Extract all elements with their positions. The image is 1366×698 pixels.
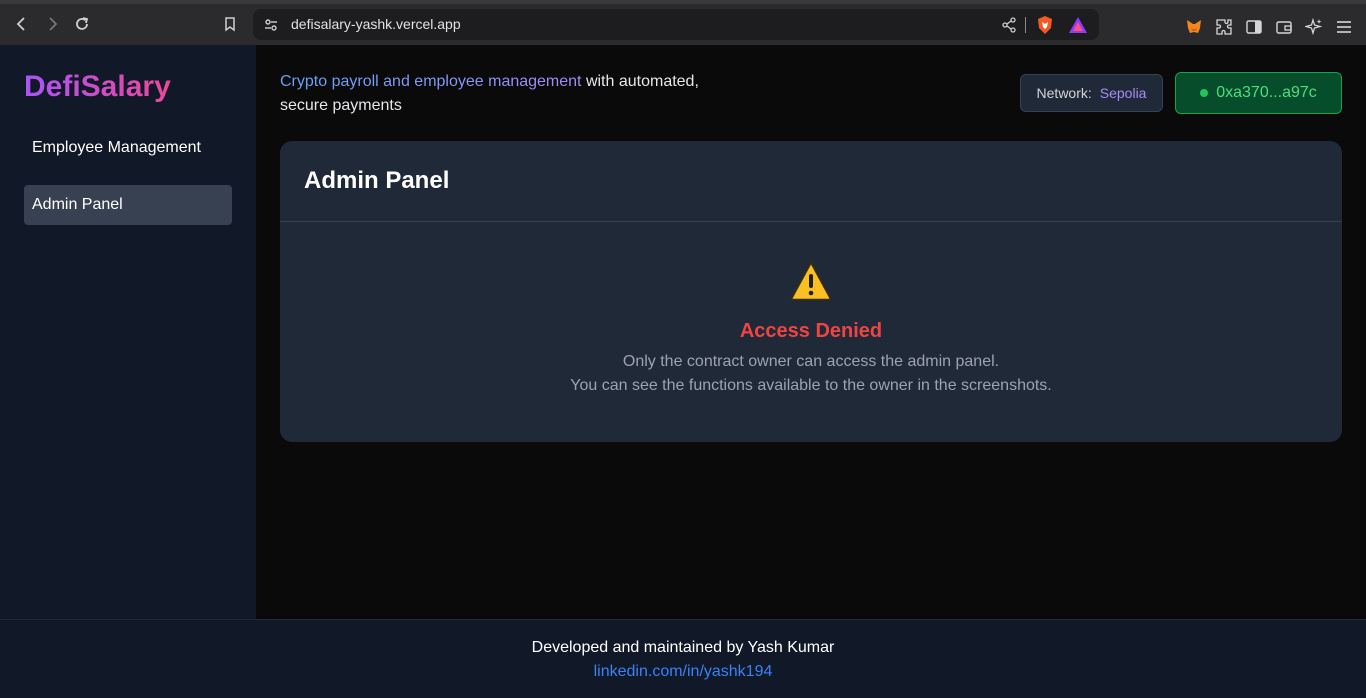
card-title: Admin Panel	[304, 167, 450, 194]
warning-icon	[791, 261, 831, 301]
card-header: Admin Panel	[280, 141, 1342, 222]
leo-ai-icon[interactable]	[1305, 18, 1323, 36]
reload-icon[interactable]	[70, 12, 94, 36]
network-value: Sepolia	[1099, 85, 1147, 101]
back-icon[interactable]	[10, 12, 34, 36]
wallet-icon[interactable]	[1275, 18, 1293, 36]
network-label: Network:	[1036, 85, 1092, 101]
bookmark-icon[interactable]	[218, 12, 242, 36]
divider	[1025, 17, 1026, 33]
tagline-highlight: Crypto payroll and employee management	[280, 73, 582, 90]
metamask-icon[interactable]	[1185, 18, 1203, 36]
admin-panel-card: Admin Panel Access Denied Only the contr…	[280, 141, 1342, 442]
forward-icon[interactable]	[40, 12, 64, 36]
sidebar-toggle-icon[interactable]	[1245, 18, 1263, 36]
footer-credit: Developed and maintained by Yash Kumar	[531, 639, 835, 656]
brave-shield-icon[interactable]	[1036, 15, 1054, 35]
sidebar-item-admin-panel[interactable]: Admin Panel	[24, 185, 232, 225]
brave-rewards-icon[interactable]	[1068, 16, 1088, 34]
address-bar[interactable]: defisalary-yashk.vercel.app	[253, 9, 1099, 40]
connected-status-dot	[1200, 89, 1209, 97]
extensions-icon[interactable]	[1215, 18, 1233, 36]
sidebar-item-employee-management[interactable]: Employee Management	[24, 128, 232, 168]
browser-toolbar: defisalary-yashk.vercel.app	[0, 0, 1366, 45]
main-content: Crypto payroll and employee management w…	[256, 45, 1366, 619]
url-text[interactable]: defisalary-yashk.vercel.app	[291, 16, 461, 32]
network-badge: Network: Sepolia	[1020, 74, 1163, 112]
tagline: Crypto payroll and employee management w…	[280, 70, 720, 118]
share-icon[interactable]	[1001, 17, 1017, 33]
brand-logo[interactable]: DefiSalary	[24, 70, 171, 104]
site-settings-icon[interactable]	[263, 17, 279, 33]
sidebar: DefiSalary Employee Management Admin Pan…	[0, 45, 256, 619]
wallet-address-button[interactable]: 0xa370...a97c	[1175, 72, 1342, 114]
menu-icon[interactable]	[1335, 18, 1353, 36]
footer: Developed and maintained by Yash Kumar l…	[0, 619, 1366, 698]
linkedin-link[interactable]: linkedin.com/in/yashk194	[0, 663, 1366, 681]
wallet-address: 0xa370...a97c	[1216, 84, 1317, 101]
access-denied-message-1: Only the contract owner can access the a…	[622, 353, 1000, 370]
access-denied-heading: Access Denied	[739, 320, 883, 342]
access-denied-message-2: You can see the functions available to t…	[570, 377, 1052, 394]
